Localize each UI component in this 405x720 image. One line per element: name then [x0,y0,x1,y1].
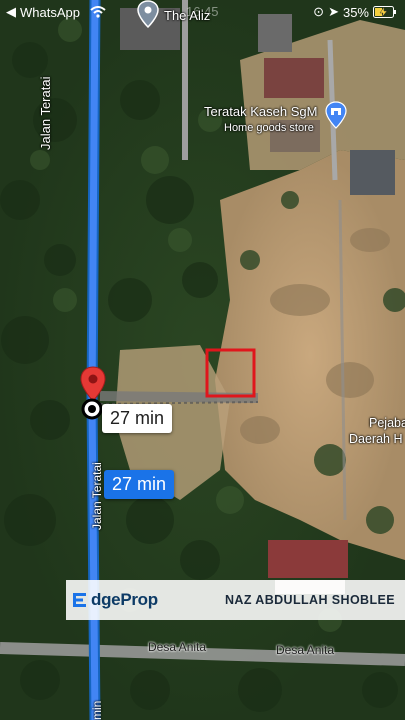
road-label-desa-anita-right: Desa Anita [276,643,335,657]
map-pin-icon[interactable] [137,0,159,28]
back-to-app[interactable]: ◀ WhatsApp [6,4,106,20]
place-label-teratak[interactable]: Teratak Kaseh SgM [204,104,317,119]
wifi-icon [90,6,106,18]
lock-rotation-icon: ⊙ [313,4,325,19]
watermark-bar: dgeProp NAZ ABDULLAH SHOBLEE [66,580,405,620]
place-category-teratak: Home goods store [224,122,314,134]
edgeprop-logo: dgeProp [72,590,158,610]
origin-dot-icon[interactable] [81,398,103,420]
edgeprop-brand-text: dgeProp [91,590,158,609]
road-label-desa-anita-left: Desa Anita [148,640,207,654]
road-label-jalan-teratai-top: Jalan Teratai [38,76,53,150]
status-right: ⊙ ➤ 35% [313,4,397,20]
battery-charging-icon [373,6,396,18]
road-label-bottom-cut: min [90,700,104,720]
route-time-badge-blue[interactable]: 27 min [104,470,175,499]
place-label-pejabat-2[interactable]: Daerah H [349,432,403,446]
back-app-label: WhatsApp [20,4,80,20]
place-label-aliz[interactable]: The Aliz [164,8,210,23]
road-label-jalan-teratai-bottom: Jalan Teratai [90,462,104,530]
battery-percent: 35% [342,4,369,20]
location-icon: ➤ [328,4,339,19]
edgeprop-logo-icon [73,593,86,607]
route-time-badge-white[interactable]: 27 min [102,404,173,433]
store-icon[interactable] [325,101,347,129]
place-label-pejabat-1[interactable]: Pejaba [369,416,405,430]
agent-name: NAZ ABDULLAH SHOBLEE [224,593,395,607]
destination-pin-icon[interactable] [79,366,107,402]
back-arrow-icon: ◀ [6,4,16,19]
